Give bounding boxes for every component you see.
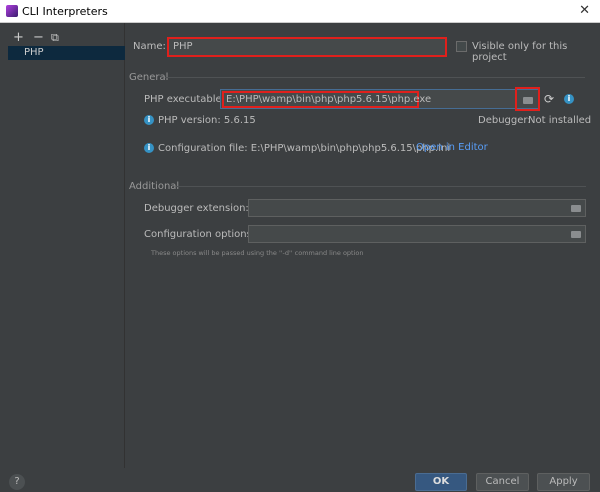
debugger-label: Debugger: [478, 115, 531, 126]
info-icon[interactable]: i [564, 94, 574, 104]
title-bar: CLI Interpreters ✕ [0, 0, 600, 23]
add-icon[interactable]: + [13, 30, 24, 45]
close-icon[interactable]: ✕ [579, 3, 590, 18]
info-icon: i [144, 143, 154, 153]
copy-icon[interactable]: ⧉ [51, 31, 59, 45]
name-input[interactable]: PHP [167, 37, 447, 57]
debugger-extension-label: Debugger extension: [144, 203, 249, 214]
sidebar-item-php[interactable]: PHP [8, 46, 125, 60]
remove-icon[interactable]: − [33, 30, 44, 45]
window-title: CLI Interpreters [22, 5, 108, 18]
reload-icon[interactable]: ⟳ [544, 92, 554, 106]
options-hint: These options will be passed using the '… [151, 249, 364, 257]
help-button[interactable]: ? [9, 474, 25, 490]
open-in-editor-link[interactable]: Open in Editor [416, 142, 488, 153]
cancel-button[interactable]: Cancel [476, 473, 529, 491]
divider [176, 186, 586, 187]
additional-section-title: Additional [129, 181, 180, 192]
sidebar [0, 23, 125, 468]
folder-icon[interactable] [571, 205, 581, 212]
divider [165, 77, 585, 78]
php-executable-value: E:\PHP\wamp\bin\php\php5.6.15\php.exe [226, 94, 432, 105]
folder-icon[interactable] [571, 231, 581, 238]
configuration-options-label: Configuration options: [144, 229, 256, 240]
debugger-extension-input[interactable] [248, 199, 586, 217]
folder-icon [523, 97, 533, 104]
app-logo-icon [6, 5, 18, 17]
visible-only-checkbox[interactable] [456, 41, 467, 52]
general-section-title: General [129, 72, 169, 83]
info-icon: i [144, 115, 154, 125]
config-file: Configuration file: E:\PHP\wamp\bin\php\… [158, 143, 451, 154]
configuration-options-input[interactable] [248, 225, 586, 243]
debugger-value: Not installed [528, 115, 592, 126]
visible-only-label: Visible only for this project [472, 41, 568, 63]
php-version: PHP version: 5.6.15 [158, 115, 256, 126]
browse-button[interactable] [515, 87, 540, 111]
name-label: Name: [133, 41, 166, 52]
php-executable-label: PHP executable: [144, 94, 226, 105]
apply-button[interactable]: Apply [537, 473, 590, 491]
ok-button[interactable]: OK [415, 473, 467, 491]
